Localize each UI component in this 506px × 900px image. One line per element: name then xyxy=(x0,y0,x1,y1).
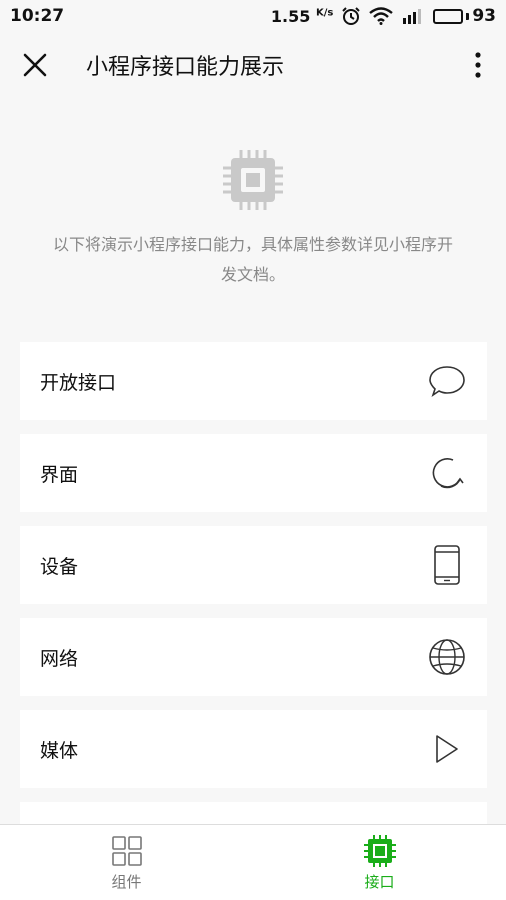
battery-icon xyxy=(433,8,464,24)
refresh-icon xyxy=(427,453,467,493)
intro-description: 以下将演示小程序接口能力，具体属性参数详见小程序开发文档。 xyxy=(53,235,454,284)
list-item-label: 开放接口 xyxy=(40,371,117,394)
list-item-open-api[interactable]: 开放接口 xyxy=(20,342,487,420)
page-title: 小程序接口能力展示 xyxy=(86,55,285,80)
list-item-network[interactable]: 网络 xyxy=(20,618,487,696)
tab-components[interactable]: 组件 xyxy=(0,825,253,900)
grid-icon xyxy=(111,836,142,866)
close-button[interactable] xyxy=(2,32,68,98)
play-icon xyxy=(427,729,467,769)
chip-icon xyxy=(223,150,283,210)
list-item-media[interactable]: 媒体 xyxy=(20,710,487,788)
globe-icon xyxy=(427,637,467,677)
status-indicators: 1.55 K/s 93 xyxy=(271,6,496,26)
status-time: 10:27 xyxy=(10,6,65,26)
list-item-device[interactable]: 设备 xyxy=(20,526,487,604)
close-icon xyxy=(23,53,47,77)
wifi-icon xyxy=(369,7,394,25)
list-item-interface[interactable]: 界面 xyxy=(20,434,487,512)
alarm-icon xyxy=(342,7,361,25)
tab-api[interactable]: 接口 xyxy=(253,825,506,900)
intro-section: 以下将演示小程序接口能力，具体属性参数详见小程序开发文档。 xyxy=(0,150,506,290)
list-item-label: 媒体 xyxy=(40,739,79,762)
battery-level: 93 xyxy=(472,6,496,26)
list-item-label: 界面 xyxy=(40,463,79,486)
network-speed: 1.55 K/s xyxy=(270,6,334,26)
cellular-signal-icon xyxy=(403,9,422,24)
more-menu-button[interactable] xyxy=(450,32,506,98)
bottom-tab-bar: 组件 接口 xyxy=(0,824,506,900)
navigation-bar: 小程序接口能力展示 xyxy=(0,32,506,98)
phone-icon xyxy=(427,545,467,585)
network-speed-unit: K/s xyxy=(315,7,334,19)
more-vertical-icon xyxy=(475,52,481,78)
status-bar: 10:27 1.55 K/s 93 xyxy=(0,0,506,32)
chat-bubble-icon xyxy=(427,361,467,401)
api-category-list: 开放接口 界面 设备 网络 媒体 xyxy=(20,342,487,856)
battery-indicator: 93 xyxy=(433,6,496,26)
list-item-label: 设备 xyxy=(40,555,79,578)
tab-label: 组件 xyxy=(111,873,142,891)
list-item-label: 网络 xyxy=(40,647,79,670)
tab-label: 接口 xyxy=(364,873,395,891)
chip-icon xyxy=(363,835,396,867)
